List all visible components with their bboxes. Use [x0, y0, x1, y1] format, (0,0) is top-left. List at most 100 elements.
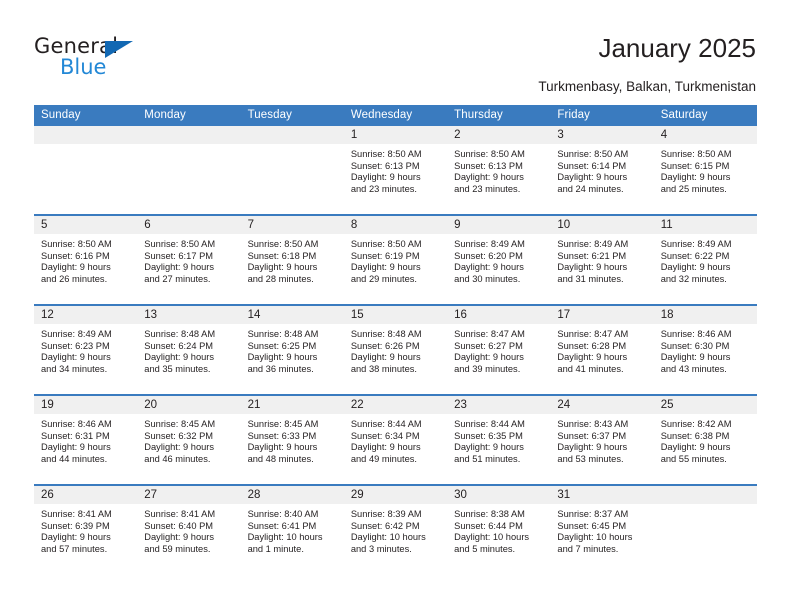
calendar-day-cell[interactable]: 19 Sunrise: 8:46 AM Sunset: 6:31 PM Dayligh…: [34, 394, 138, 485]
calendar-day-cell[interactable]: 18 Sunrise: 8:46 AM Sunset: 6:30 PM Dayligh…: [653, 304, 757, 395]
calendar-page: General Blue January 2025 Turkmenbasy, B…: [0, 0, 792, 612]
calendar-day-cell[interactable]: 4 Sunrise: 8:50 AM Sunset: 6:15 PM Daylight…: [653, 126, 757, 215]
sunrise-text: Sunrise: 8:50 AM: [350, 239, 422, 249]
day-sun-info: Sunrise: 8:46 AM Sunset: 6:30 PM Daylight:…: [654, 324, 757, 375]
calendar-day-cell[interactable]: 1 Sunrise: 8:50 AM Sunset: 6:13 PM Daylight…: [343, 126, 448, 215]
calendar-week-row: 1 Sunrise: 8:50 AM Sunset: 6:13 PM Daylight…: [34, 126, 757, 215]
day-sun-info: Sunrise: 8:40 AM Sunset: 6:41 PM Daylight:…: [241, 504, 344, 555]
sunset-text: Sunset: 6:31 PM: [41, 430, 110, 441]
daylight-text-line2: and 31 minutes.: [557, 273, 624, 284]
sunrise-text: Sunrise: 8:49 AM: [41, 329, 112, 339]
calendar-day-cell[interactable]: 9 Sunrise: 8:49 AM Sunset: 6:20 PM Daylight…: [447, 214, 551, 305]
day-sun-info: Sunrise: 8:49 AM Sunset: 6:23 PM Daylight:…: [34, 324, 137, 375]
calendar-day-cell[interactable]: 15 Sunrise: 8:48 AM Sunset: 6:26 PM Dayligh…: [343, 304, 448, 395]
day-number: 20: [137, 396, 241, 414]
day-number: 6: [137, 216, 241, 234]
calendar-day-cell[interactable]: 25 Sunrise: 8:42 AM Sunset: 6:38 PM Dayligh…: [653, 394, 757, 485]
daylight-text-line1: Daylight: 9 hours: [350, 352, 421, 363]
sunset-text: Sunset: 6:14 PM: [557, 160, 627, 171]
sunset-text: Sunset: 6:13 PM: [454, 160, 523, 171]
calendar-day-cell[interactable]: 14 Sunrise: 8:48 AM Sunset: 6:25 PM Dayligh…: [240, 304, 344, 395]
day-number-placeholder: [34, 126, 138, 144]
sunset-text: Sunset: 6:27 PM: [454, 340, 523, 351]
daylight-text-line2: and 5 minutes.: [454, 543, 516, 554]
calendar-day-cell[interactable]: 28 Sunrise: 8:40 AM Sunset: 6:41 PM Dayligh…: [240, 484, 344, 574]
calendar-day-cell[interactable]: 16 Sunrise: 8:47 AM Sunset: 6:27 PM Dayligh…: [447, 304, 551, 395]
day-number: 5: [34, 216, 138, 234]
day-number: 7: [240, 216, 344, 234]
daylight-text-line1: Daylight: 9 hours: [247, 352, 318, 363]
daylight-text-line1: Daylight: 9 hours: [144, 532, 215, 543]
calendar-day-cell[interactable]: 21 Sunrise: 8:45 AM Sunset: 6:33 PM Dayligh…: [240, 394, 344, 485]
day-number: 26: [34, 486, 138, 504]
calendar-day-cell[interactable]: 10 Sunrise: 8:49 AM Sunset: 6:21 PM Dayligh…: [550, 214, 654, 305]
calendar-day-cell[interactable]: 23 Sunrise: 8:44 AM Sunset: 6:35 PM Dayligh…: [447, 394, 551, 485]
daylight-text-line1: Daylight: 9 hours: [454, 262, 524, 273]
logo-text-blue: Blue: [60, 55, 107, 79]
daylight-text-line1: Daylight: 9 hours: [41, 532, 111, 543]
calendar-day-cell[interactable]: 27 Sunrise: 8:41 AM Sunset: 6:40 PM Dayligh…: [137, 484, 241, 574]
calendar-day-cell[interactable]: 11 Sunrise: 8:49 AM Sunset: 6:22 PM Dayligh…: [653, 214, 757, 305]
sunset-text: Sunset: 6:23 PM: [41, 340, 110, 351]
day-number: 28: [240, 486, 344, 504]
day-sun-info: Sunrise: 8:39 AM Sunset: 6:42 PM Daylight:…: [344, 504, 447, 555]
daylight-text-line1: Daylight: 9 hours: [557, 442, 628, 453]
calendar-week-row: 12 Sunrise: 8:49 AM Sunset: 6:23 PM Dayligh…: [34, 304, 757, 395]
day-number: 21: [240, 396, 344, 414]
day-number: 15: [343, 306, 448, 324]
day-sun-info: Sunrise: 8:41 AM Sunset: 6:39 PM Daylight:…: [34, 504, 137, 555]
calendar-day-cell[interactable]: 22 Sunrise: 8:44 AM Sunset: 6:34 PM Dayligh…: [343, 394, 448, 485]
calendar-day-cell[interactable]: 5 Sunrise: 8:50 AM Sunset: 6:16 PM Daylight…: [34, 214, 138, 305]
sunset-text: Sunset: 6:42 PM: [350, 520, 420, 531]
page-subtitle: Turkmenbasy, Balkan, Turkmenistan: [538, 79, 756, 94]
daylight-text-line1: Daylight: 9 hours: [247, 262, 318, 273]
day-number: 30: [447, 486, 551, 504]
day-sun-info: Sunrise: 8:48 AM Sunset: 6:26 PM Daylight:…: [344, 324, 447, 375]
sunrise-text: Sunrise: 8:40 AM: [247, 509, 319, 519]
daylight-text-line2: and 44 minutes.: [41, 453, 108, 464]
day-sun-info: Sunrise: 8:43 AM Sunset: 6:37 PM Daylight:…: [550, 414, 653, 465]
daylight-text-line2: and 30 minutes.: [454, 273, 521, 284]
day-number: 18: [653, 306, 757, 324]
sunrise-text: Sunrise: 8:50 AM: [350, 149, 422, 159]
sunset-text: Sunset: 6:38 PM: [660, 430, 730, 441]
sunset-text: Sunset: 6:39 PM: [41, 520, 110, 531]
day-number: 10: [550, 216, 654, 234]
day-number: 17: [550, 306, 654, 324]
calendar-day-cell[interactable]: 13 Sunrise: 8:48 AM Sunset: 6:24 PM Dayligh…: [137, 304, 241, 395]
day-sun-info: Sunrise: 8:47 AM Sunset: 6:28 PM Daylight:…: [550, 324, 653, 375]
daylight-text-line2: and 27 minutes.: [144, 273, 211, 284]
calendar-day-cell[interactable]: 30 Sunrise: 8:38 AM Sunset: 6:44 PM Dayligh…: [447, 484, 551, 574]
weekday-header-sunday: Sunday: [34, 105, 138, 126]
daylight-text-line2: and 51 minutes.: [454, 453, 521, 464]
daylight-text-line1: Daylight: 9 hours: [454, 172, 524, 183]
day-sun-info: Sunrise: 8:49 AM Sunset: 6:21 PM Daylight:…: [550, 234, 653, 285]
day-number: 25: [653, 396, 757, 414]
calendar-day-cell[interactable]: 7 Sunrise: 8:50 AM Sunset: 6:18 PM Daylight…: [240, 214, 344, 305]
sunset-text: Sunset: 6:17 PM: [144, 250, 214, 261]
sunset-text: Sunset: 6:26 PM: [350, 340, 420, 351]
logo[interactable]: General Blue: [34, 36, 214, 84]
calendar-day-cell[interactable]: 29 Sunrise: 8:39 AM Sunset: 6:42 PM Dayligh…: [343, 484, 448, 574]
calendar-day-cell[interactable]: 6 Sunrise: 8:50 AM Sunset: 6:17 PM Daylight…: [137, 214, 241, 305]
daylight-text-line2: and 26 minutes.: [41, 273, 108, 284]
sunrise-text: Sunrise: 8:43 AM: [557, 419, 629, 429]
calendar-day-cell[interactable]: 12 Sunrise: 8:49 AM Sunset: 6:23 PM Dayligh…: [34, 304, 138, 395]
calendar-day-cell[interactable]: 20 Sunrise: 8:45 AM Sunset: 6:32 PM Dayligh…: [137, 394, 241, 485]
calendar-day-cell[interactable]: 24 Sunrise: 8:43 AM Sunset: 6:37 PM Dayligh…: [550, 394, 654, 485]
daylight-text-line2: and 55 minutes.: [660, 453, 727, 464]
calendar-day-cell[interactable]: 8 Sunrise: 8:50 AM Sunset: 6:19 PM Daylight…: [343, 214, 448, 305]
sunset-text: Sunset: 6:15 PM: [660, 160, 730, 171]
calendar-day-cell[interactable]: 3 Sunrise: 8:50 AM Sunset: 6:14 PM Daylight…: [550, 126, 654, 215]
calendar-week-row: 26 Sunrise: 8:41 AM Sunset: 6:39 PM Dayligh…: [34, 484, 757, 574]
calendar-day-cell[interactable]: 31 Sunrise: 8:37 AM Sunset: 6:45 PM Dayligh…: [550, 484, 654, 574]
daylight-text-line2: and 59 minutes.: [144, 543, 211, 554]
sunset-text: Sunset: 6:30 PM: [660, 340, 730, 351]
day-sun-info: Sunrise: 8:48 AM Sunset: 6:25 PM Daylight:…: [241, 324, 344, 375]
day-sun-info: Sunrise: 8:37 AM Sunset: 6:45 PM Daylight:…: [550, 504, 653, 555]
triangle-flag-icon: [105, 41, 133, 58]
calendar-day-cell[interactable]: 26 Sunrise: 8:41 AM Sunset: 6:39 PM Dayligh…: [34, 484, 138, 574]
calendar-day-cell[interactable]: 17 Sunrise: 8:47 AM Sunset: 6:28 PM Dayligh…: [550, 304, 654, 395]
calendar-day-cell[interactable]: 2 Sunrise: 8:50 AM Sunset: 6:13 PM Daylight…: [447, 126, 551, 215]
sunset-text: Sunset: 6:33 PM: [247, 430, 317, 441]
